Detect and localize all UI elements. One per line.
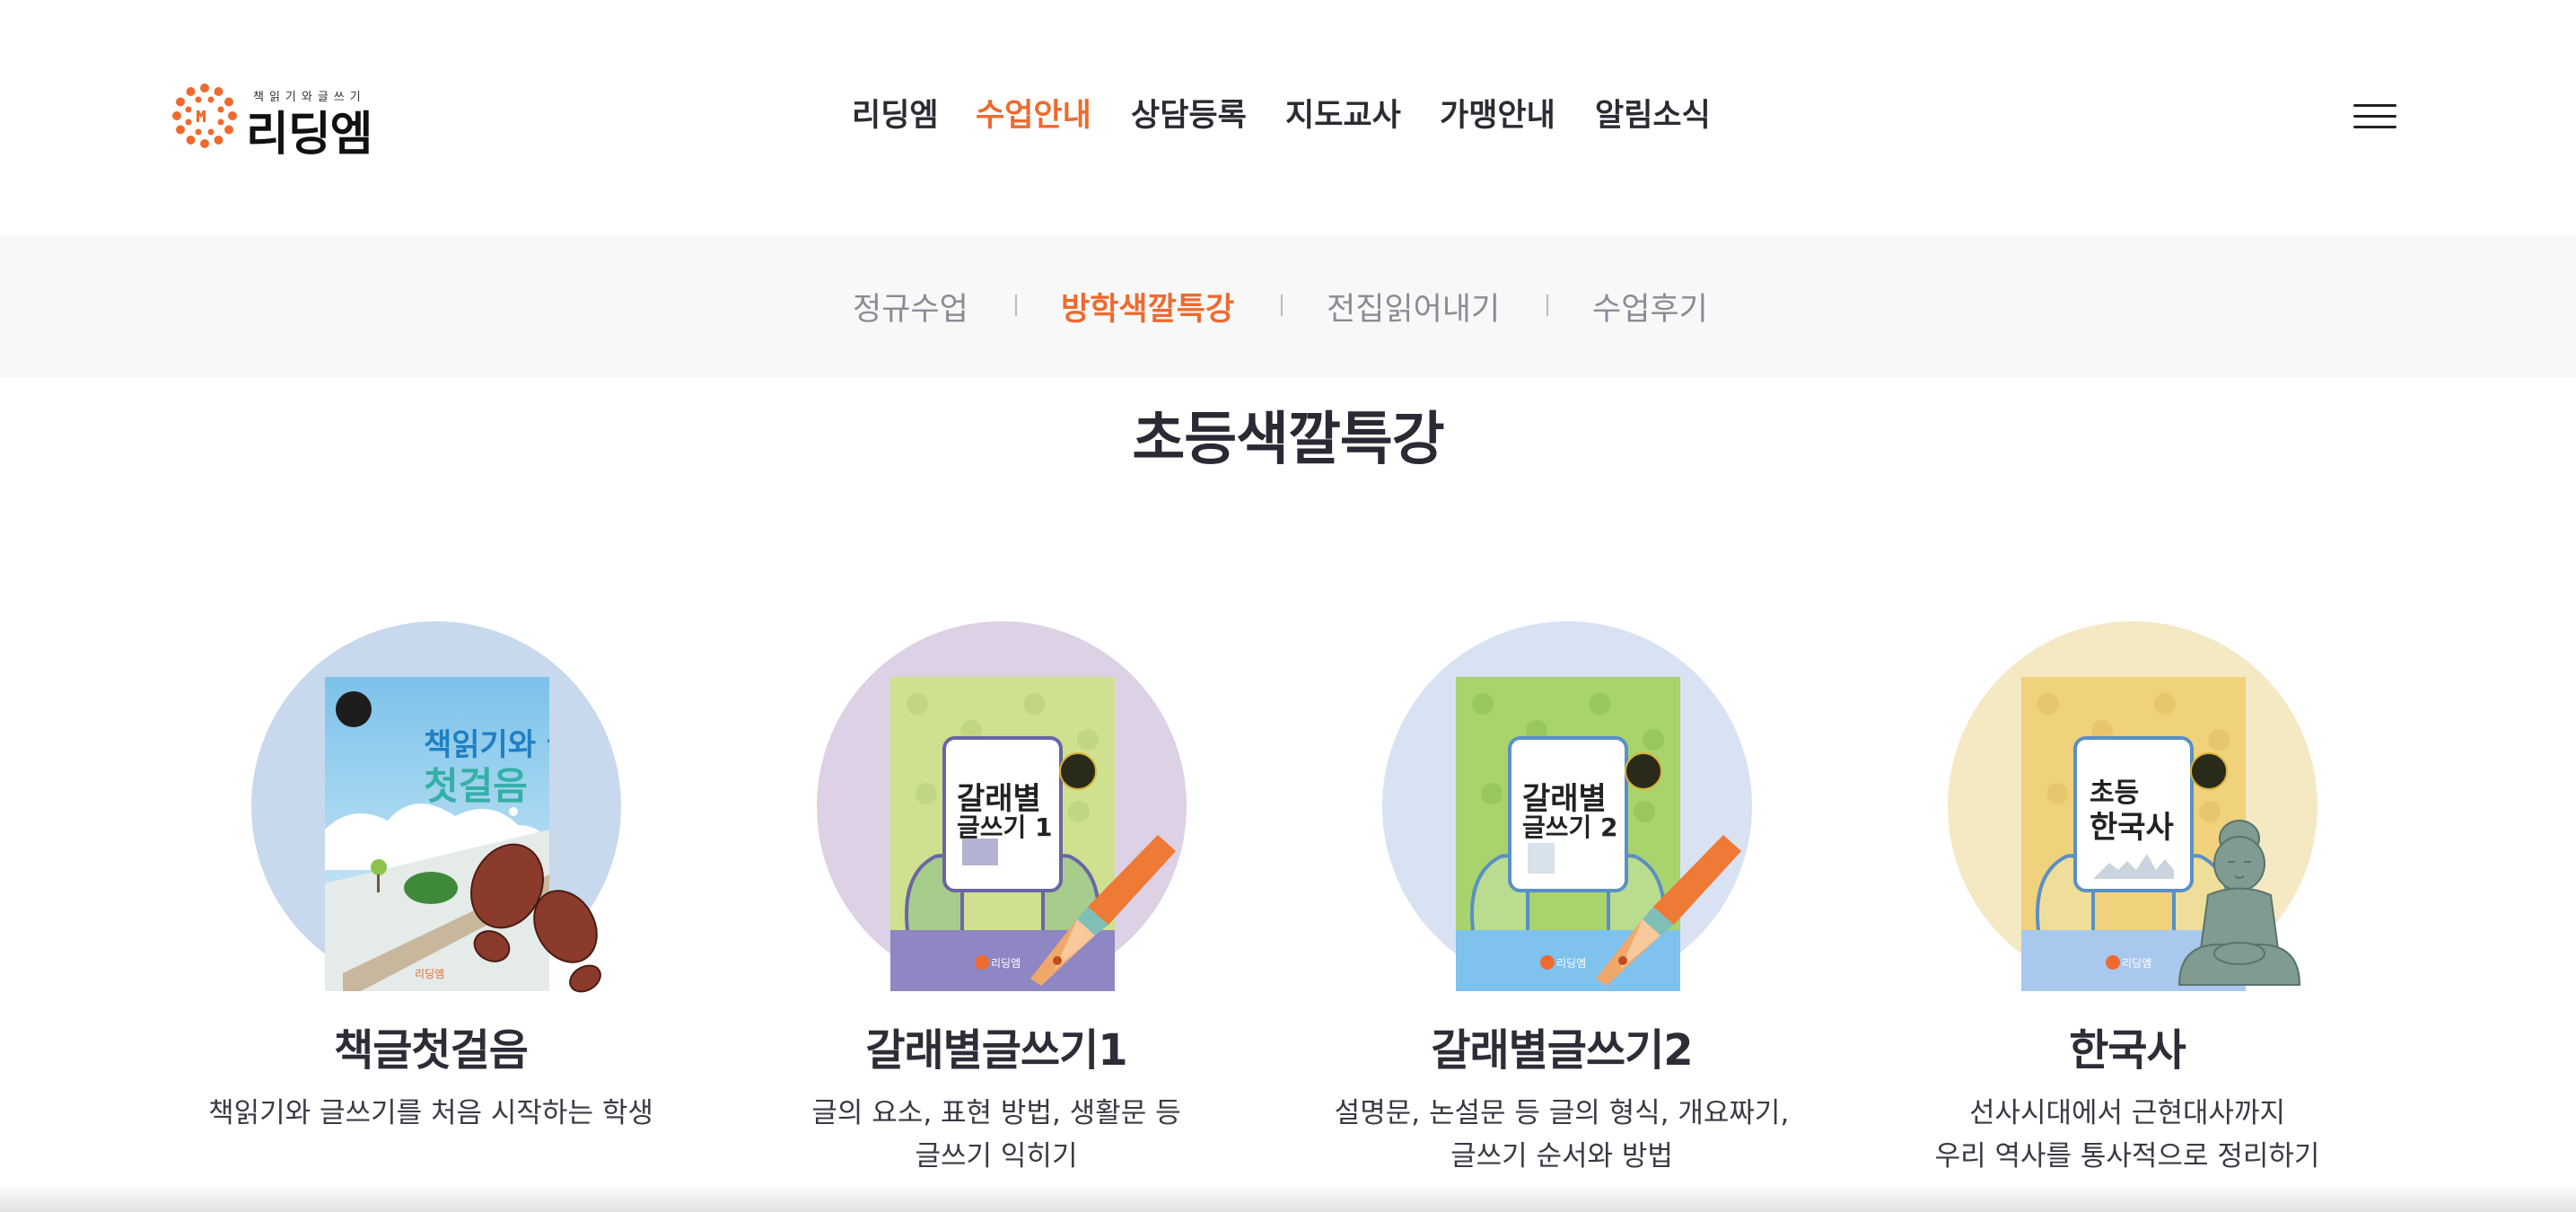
book-publisher: 리딩엠 [415, 968, 445, 980]
nav-item-class-info[interactable]: 수업안내 [976, 90, 1091, 136]
course-description-line: 책읽기와 글쓰기를 처음 시작하는 학생 [208, 1097, 653, 1129]
course-card[interactable]: 초등 한국사 리딩엠 한국사 선사시대에서 근현대사까지 우리 역사를 통사적으… [1930, 621, 2325, 1196]
sub-nav: 정규수업 방학색깔특강 전집읽어내기 수업후기 [0, 235, 2576, 377]
book-title-line2: 한국사 [2090, 810, 2174, 846]
subnav-item-vacation-special[interactable]: 방학색깔특강 [1061, 284, 1234, 329]
course-card[interactable]: 갈래별 글쓰기 2 리딩엠 갈래별글쓰기2 설명문, 논설문 등 글의 형식, … [1335, 621, 1789, 1196]
book-badge [2190, 752, 2228, 790]
book-publisher: 리딩엠 [2122, 957, 2152, 970]
book-publisher: 리딩엠 [991, 957, 1021, 970]
subnav-item-reviews[interactable]: 수업후기 [1592, 284, 1708, 329]
course-description-line: 글쓰기 익히기 [915, 1140, 1078, 1172]
course-description: 선사시대에서 근현대사까지 우리 역사를 통사적으로 정리하기 [1876, 1092, 2379, 1178]
course-description-line: 글쓰기 순서와 방법 [1450, 1140, 1673, 1172]
course-description-line: 글의 요소, 표현 방법, 생활문 등 [811, 1097, 1181, 1129]
course-description: 책읽기와 글쓰기를 처음 시작하는 학생 [180, 1092, 682, 1135]
subnav-divider [1546, 294, 1548, 316]
hamburger-menu-icon[interactable] [2353, 101, 2396, 133]
course-name: 갈래별글쓰기1 [865, 1025, 1127, 1076]
page-title: 초등색깔특강 [1132, 407, 1444, 473]
subnav-item-regular[interactable]: 정규수업 [853, 284, 968, 329]
site-header: 책읽기와글쓰기 리딩엠 리딩엠 수업안내 상담등록 지도교사 가맹안내 알림소식 [0, 0, 2576, 233]
book-badge [1625, 752, 1662, 790]
subnav-divider [1281, 294, 1283, 316]
nav-item-news[interactable]: 알림소식 [1595, 90, 1711, 136]
fountain-pen-icon [1596, 835, 1741, 986]
nav-item-readingm[interactable]: 리딩엠 [852, 90, 939, 136]
book-badge [1059, 752, 1097, 790]
course-description-line: 선사시대에서 근현대사까지 [1968, 1097, 2286, 1129]
fountain-pen-icon [1030, 835, 1176, 986]
nav-item-franchise[interactable]: 가맹안내 [1440, 90, 1555, 136]
course-description-line: 설명문, 논설문 등 글의 형식, 개요짜기, [1334, 1097, 1790, 1129]
subnav-divider [1015, 294, 1017, 316]
nav-item-teachers[interactable]: 지도교사 [1285, 90, 1401, 136]
book-badge [336, 691, 372, 727]
viewport-bottom-fade [0, 1183, 2576, 1212]
course-description: 설명문, 논설문 등 글의 형식, 개요짜기, 글쓰기 순서와 방법 [1310, 1092, 1813, 1178]
book-title-line2: 첫걸음 [424, 764, 528, 808]
subnav-item-full-set-reading[interactable]: 전집읽어내기 [1327, 284, 1500, 329]
main-nav: 리딩엠 수업안내 상담등록 지도교사 가맹안내 알림소식 [0, 90, 2576, 144]
nav-item-consultation[interactable]: 상담등록 [1131, 90, 1247, 136]
course-card[interactable]: 책읽기와 글쓰기 첫걸음 리딩엠 책글첫걸음 책읽기와 글쓰기를 처음 시작하는… [208, 621, 653, 1196]
course-name: 한국사 [2069, 1025, 2186, 1076]
course-name: 갈래별글쓰기2 [1431, 1025, 1693, 1076]
course-name: 책글첫걸음 [334, 1025, 529, 1076]
book-publisher: 리딩엠 [1556, 957, 1587, 970]
course-description: 글의 요소, 표현 방법, 생활문 등 글쓰기 익히기 [745, 1092, 1248, 1178]
footprints-icon [470, 843, 601, 993]
buddha-statue-icon [2177, 820, 2301, 986]
course-description-line: 우리 역사를 통사적으로 정리하기 [1934, 1140, 2320, 1172]
course-card[interactable]: 갈래별 글쓰기 1 리딩엠 갈래별글쓰기1 글의 요소, 표현 방법, 생활문 … [799, 621, 1194, 1196]
